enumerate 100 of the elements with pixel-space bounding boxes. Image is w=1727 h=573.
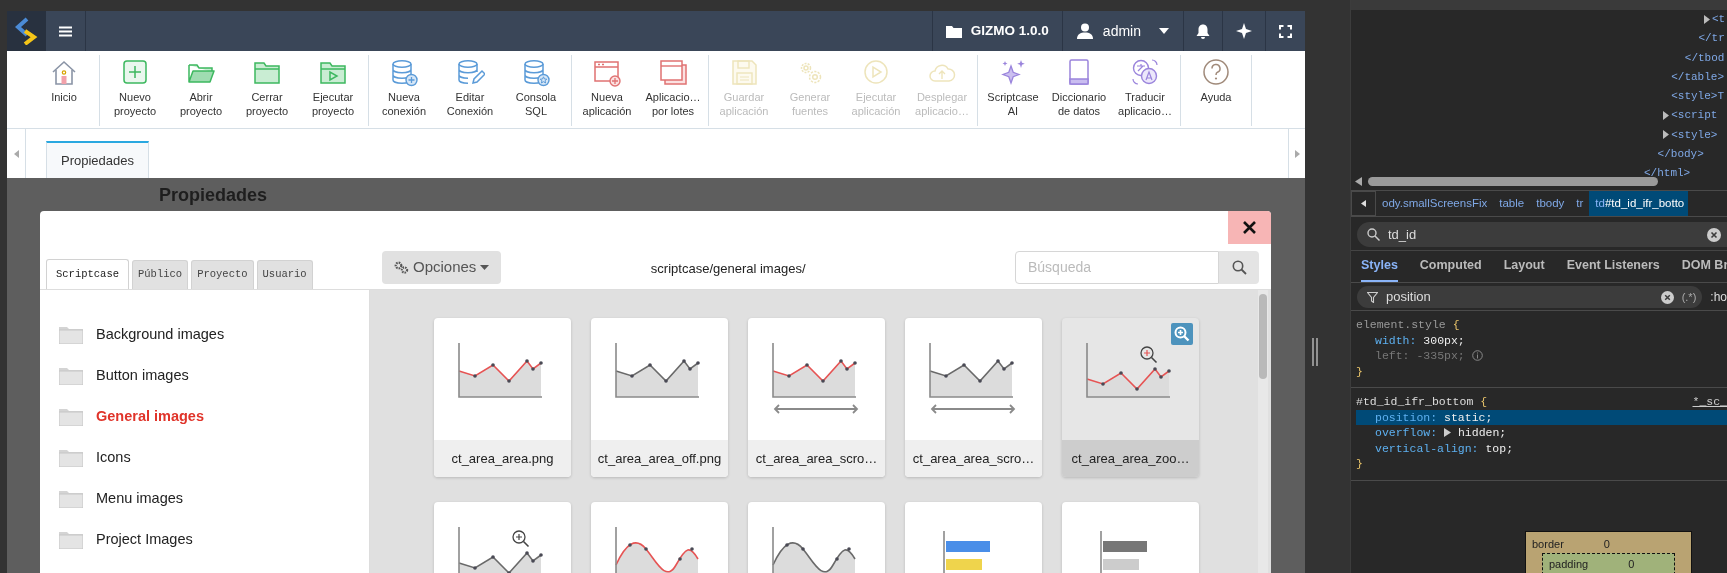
toolbar-button[interactable]: Scriptcase AI: [980, 55, 1046, 126]
toolbar-button[interactable]: Traducir aplicacio…: [1112, 55, 1178, 126]
folder-icon: [945, 24, 962, 38]
toolbar-button[interactable]: Ejecutar proyecto: [300, 55, 366, 126]
css-selector: element.style: [1356, 318, 1446, 331]
expand-arrow-icon[interactable]: [1444, 428, 1452, 438]
toolbar-button[interactable]: Nueva conexión: [371, 55, 437, 126]
folder-item[interactable]: Button images: [40, 355, 369, 396]
tab[interactable]: Propiedades: [46, 141, 149, 178]
dom-node[interactable]: </tbod: [1684, 51, 1725, 64]
css-declaration[interactable]: position: static;: [1356, 409, 1727, 425]
tab[interactable]: Usuario: [256, 260, 313, 289]
scrollbar-thumb[interactable]: [1259, 294, 1267, 379]
clear-icon[interactable]: [1660, 290, 1674, 304]
search-icon: [1367, 228, 1380, 241]
toolbar-button[interactable]: Aplicacio… por lotes: [640, 55, 706, 126]
toolbar-button[interactable]: Consola SQL: [503, 55, 569, 126]
toolbar-button[interactable]: Diccionario de datos: [1046, 55, 1112, 126]
tab[interactable]: Proyecto: [191, 260, 254, 289]
toolbar-button[interactable]: Nuevo proyecto: [102, 55, 168, 126]
project-name: GIZMO 1.0.0: [970, 21, 1049, 40]
folder-icon: [59, 325, 83, 344]
image-name: ct_area_area_scro…: [755, 449, 878, 468]
box-label: padding: [1549, 557, 1589, 572]
toolbar-button[interactable]: Inicio: [31, 55, 97, 126]
toolbar-button[interactable]: Cerrar proyecto: [234, 55, 300, 126]
image-card[interactable]: ct_area_area_off.png: [591, 318, 728, 477]
folder-item[interactable]: Project Images: [40, 519, 369, 560]
toolbar-button[interactable]: Abrir proyecto: [168, 55, 234, 126]
dom-node[interactable]: </html>: [1644, 167, 1691, 180]
folder-item[interactable]: Icons: [40, 437, 369, 478]
image-card[interactable]: ct_area_area_zoo…: [1062, 318, 1199, 477]
expand-arrow-icon[interactable]: [1662, 130, 1671, 140]
menu-icon: [59, 25, 72, 37]
image-card[interactable]: ct_area_area.png: [434, 318, 571, 477]
toolbar-button[interactable]: Editar Conexión: [437, 55, 503, 126]
css-declaration[interactable]: width: 300px;: [1356, 332, 1727, 348]
folder-item[interactable]: Background images: [40, 314, 369, 355]
filter-icon: [1367, 291, 1378, 303]
box-label: border: [1532, 536, 1564, 552]
image-name: ct_area_area.png: [451, 449, 554, 468]
search-field[interactable]: Búsqueda: [1015, 251, 1219, 284]
breadcrumb-item[interactable]: tr: [1570, 191, 1590, 216]
tab[interactable]: Styles: [1361, 251, 1398, 282]
scroll-left-icon[interactable]: [1355, 176, 1362, 186]
caret-icon: [480, 265, 490, 270]
dom-node[interactable]: <script: [1671, 109, 1718, 122]
close-button[interactable]: [1228, 211, 1271, 244]
regex-toggle[interactable]: (.*): [1681, 288, 1697, 306]
dom-node[interactable]: <t: [1712, 13, 1726, 25]
triangle-left-icon: [1361, 200, 1366, 207]
dom-node[interactable]: </tr: [1698, 32, 1725, 45]
toolbar-button[interactable]: Nueva aplicación: [574, 55, 640, 126]
image-name: ct_area_area_zoo…: [1071, 449, 1190, 468]
options-button[interactable]: Opciones: [382, 251, 502, 284]
expand-arrow-icon[interactable]: [1662, 111, 1671, 121]
folder-path: scriptcase/general images/: [650, 261, 806, 276]
css-declaration[interactable]: overflow: hidden;: [1356, 425, 1727, 441]
search-field[interactable]: td_id: [1357, 222, 1727, 247]
search-button[interactable]: [1219, 251, 1259, 284]
source-link[interactable]: *_sc_: [1692, 394, 1727, 410]
resize-handle[interactable]: [1311, 337, 1318, 366]
dom-node[interactable]: </body>: [1657, 148, 1704, 161]
brace: {: [1452, 318, 1460, 331]
breadcrumb-item[interactable]: table: [1493, 191, 1531, 216]
folder-icon: [59, 489, 83, 508]
tab[interactable]: Público: [132, 260, 189, 289]
breadcrumb-item[interactable]: ody.smallScreensFix: [1376, 191, 1494, 216]
pseudo-state-toggle[interactable]: :ho: [1710, 288, 1727, 306]
tab[interactable]: Layout: [1503, 251, 1545, 282]
fullscreen-icon: [1279, 24, 1292, 38]
folder-icon: [59, 407, 83, 426]
folder-item[interactable]: Menu images: [40, 478, 369, 519]
filter-field[interactable]: position (.*): [1357, 286, 1703, 308]
tab[interactable]: Scriptcase: [46, 259, 129, 290]
toolbar-button[interactable]: Ayuda: [1183, 55, 1249, 126]
dom-node[interactable]: <style>: [1671, 128, 1718, 141]
brace: }: [1356, 364, 1363, 378]
bell-icon: [1196, 23, 1210, 39]
clear-icon[interactable]: [1707, 227, 1721, 242]
tab[interactable]: Event Listeners: [1566, 251, 1660, 282]
scrollbar-thumb[interactable]: [1368, 176, 1658, 186]
back-button[interactable]: [1351, 191, 1376, 216]
plus-square-icon: [120, 57, 150, 87]
window-stack-icon: [658, 57, 688, 87]
tab[interactable]: Computed: [1419, 251, 1482, 282]
breadcrumb-item[interactable]: tbody: [1530, 191, 1571, 216]
logo: [7, 11, 46, 51]
dom-node[interactable]: </table>: [1671, 70, 1724, 83]
expand-arrow-icon[interactable]: [1703, 14, 1711, 24]
box-value: 0: [1628, 557, 1635, 572]
css-declaration[interactable]: vertical-align: top;: [1356, 440, 1727, 456]
zoom-button[interactable]: [1171, 323, 1193, 345]
image-card[interactable]: ct_area_area_scro…: [905, 318, 1042, 477]
play-icon: [861, 57, 891, 87]
dom-node[interactable]: <style>T: [1671, 90, 1724, 103]
folder-item[interactable]: General images: [40, 396, 369, 437]
breadcrumb-item[interactable]: td#td_id_ifr_botto: [1589, 191, 1689, 216]
image-name: ct_area_area_scro…: [912, 449, 1035, 468]
image-card[interactable]: ct_area_area_scro…: [748, 318, 885, 477]
